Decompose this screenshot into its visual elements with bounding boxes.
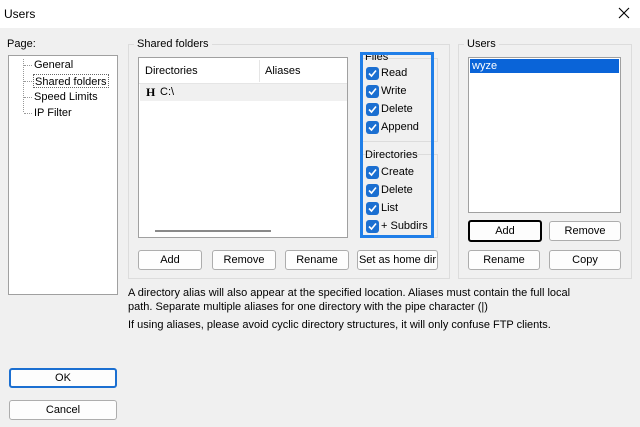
column-separator <box>259 60 260 82</box>
info-text-line2: path. Separate multiple aliases for one … <box>128 301 488 313</box>
tree-item-general[interactable]: General <box>33 58 74 72</box>
tree-item-ip-filter[interactable]: IP Filter <box>33 106 73 120</box>
tree-item-speed-limits[interactable]: Speed Limits <box>33 90 99 104</box>
column-aliases[interactable]: Aliases <box>265 65 300 77</box>
page-label: Page: <box>7 38 36 50</box>
close-button[interactable] <box>612 2 636 24</box>
tree-line <box>24 81 32 82</box>
title-bar: Users <box>0 0 640 28</box>
info-text-line3: If using aliases, please avoid cyclic di… <box>128 319 551 331</box>
window-title: Users <box>4 7 36 21</box>
users-list[interactable]: wyze <box>468 57 621 213</box>
set-home-dir-button[interactable]: Set as home dir <box>357 250 438 270</box>
add-directory-button[interactable]: Add <box>138 250 202 270</box>
column-directories[interactable]: Directories <box>145 65 198 77</box>
close-icon <box>618 7 630 19</box>
table-row[interactable]: H C:\ <box>140 84 347 101</box>
remove-directory-button[interactable]: Remove <box>212 250 276 270</box>
directory-path: C:\ <box>160 86 175 98</box>
users-label: Users <box>464 38 499 50</box>
remove-user-button[interactable]: Remove <box>549 221 621 241</box>
list-item[interactable]: wyze <box>470 59 619 73</box>
tree-line <box>23 59 24 112</box>
tree-item-shared-folders[interactable]: Shared folders <box>33 74 109 88</box>
rename-user-button[interactable]: Rename <box>468 250 540 270</box>
page-tree[interactable]: General Shared folders Speed Limits IP F… <box>8 55 118 295</box>
directories-list-header: Directories Aliases <box>139 58 347 84</box>
info-text-line1: A directory alias will also appear at th… <box>128 287 571 299</box>
home-dir-marker: H <box>146 85 156 99</box>
directories-list[interactable]: Directories Aliases H C:\ <box>138 57 348 238</box>
tree-line <box>24 113 32 114</box>
permissions-highlight <box>360 52 434 238</box>
tree-line <box>24 65 32 66</box>
ok-button[interactable]: OK <box>9 368 117 388</box>
horizontal-scrollbar[interactable] <box>155 230 271 232</box>
rename-directory-button[interactable]: Rename <box>285 250 349 270</box>
cancel-button[interactable]: Cancel <box>9 400 117 420</box>
add-user-button[interactable]: Add <box>468 220 542 242</box>
shared-folders-label: Shared folders <box>134 38 212 50</box>
copy-user-button[interactable]: Copy <box>549 250 621 270</box>
tree-line <box>24 97 32 98</box>
